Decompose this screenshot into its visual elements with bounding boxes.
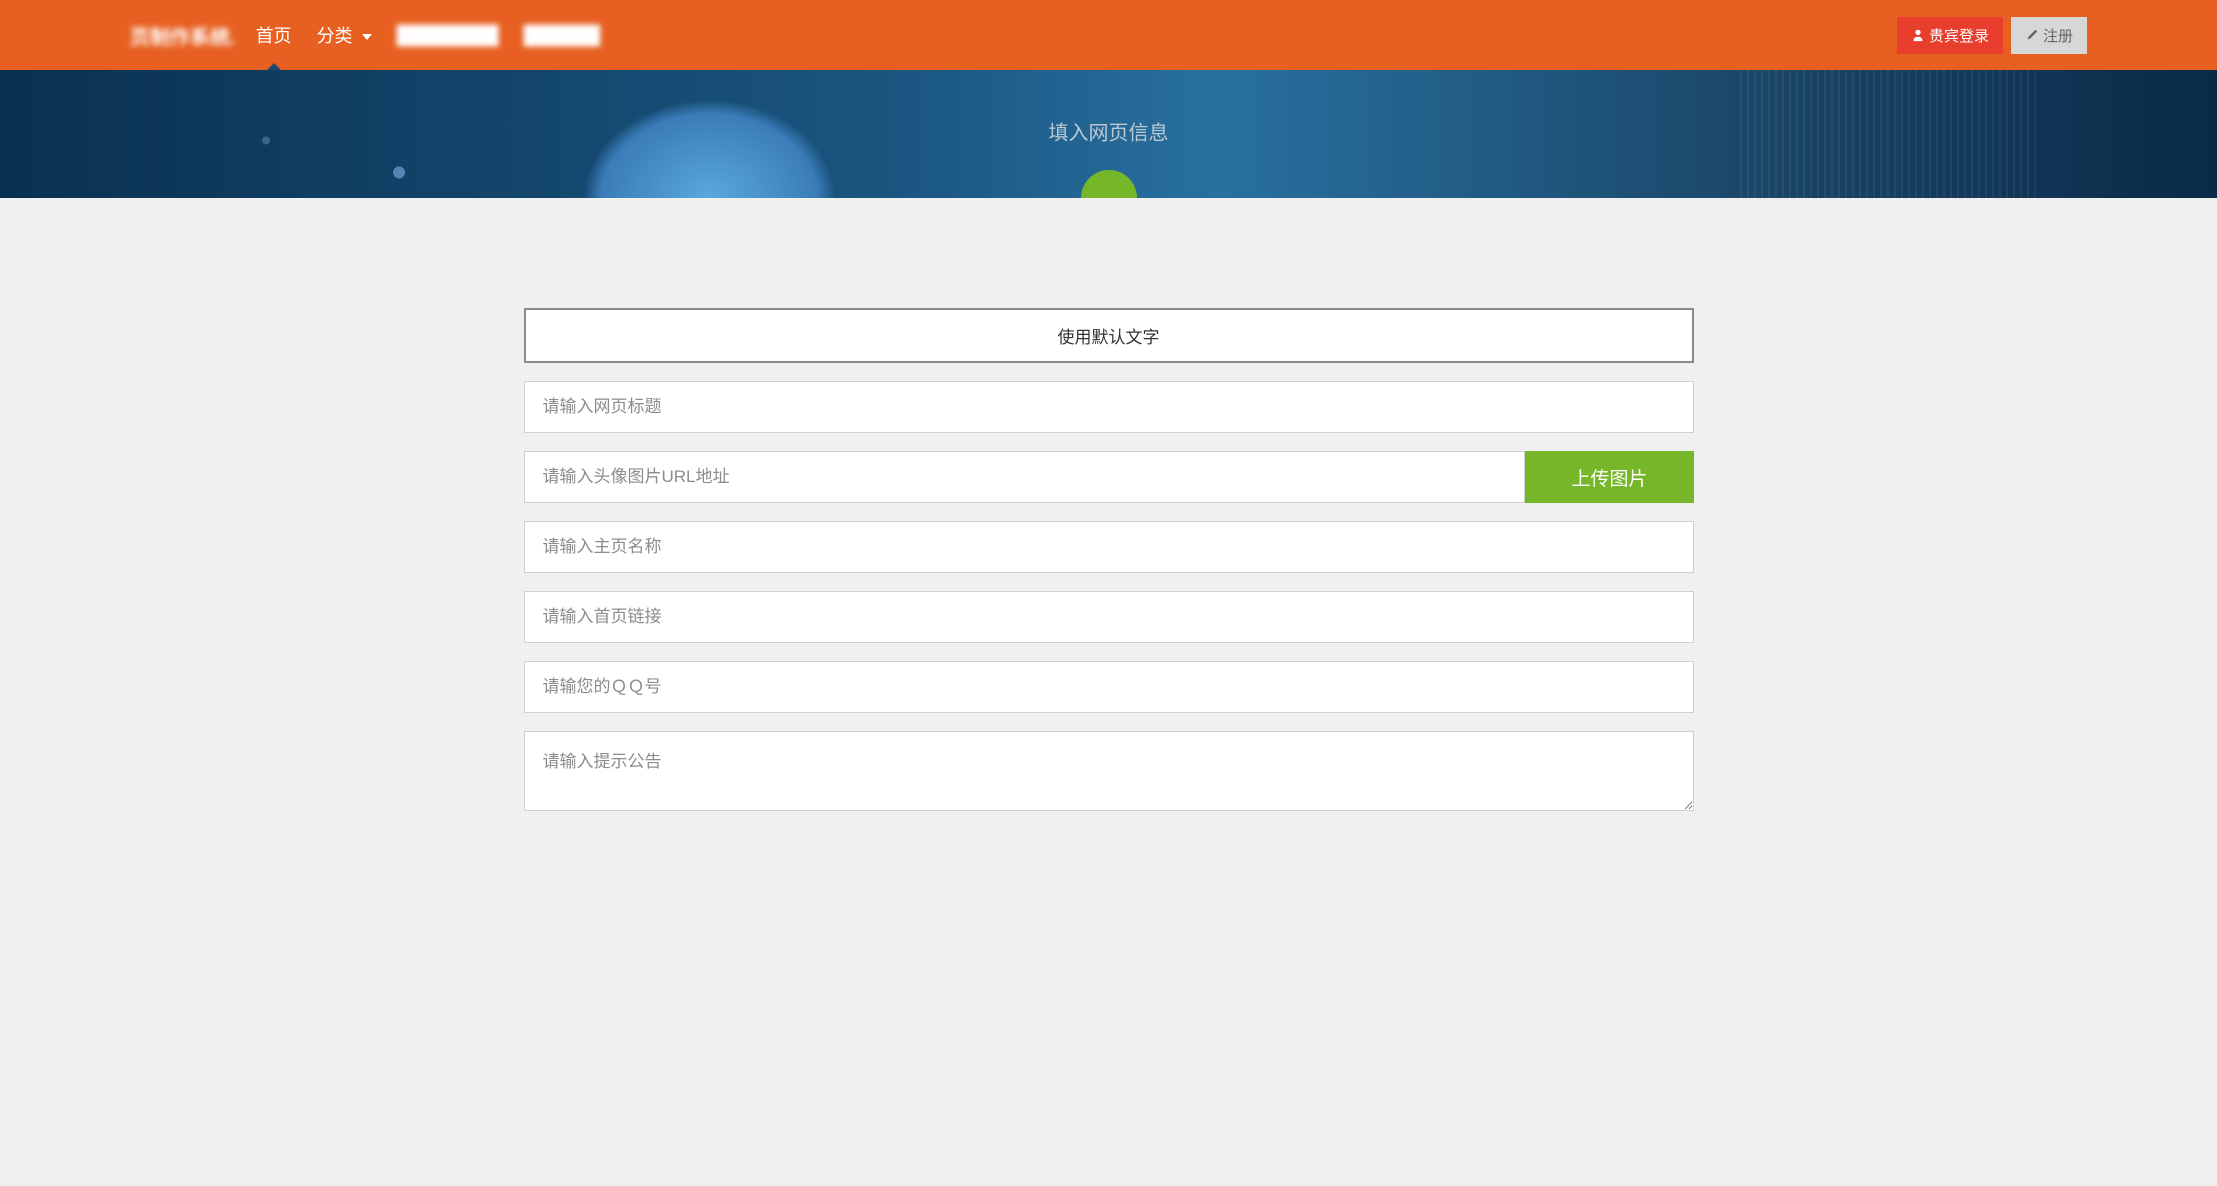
nav-item-category[interactable]: 分类 <box>317 0 372 70</box>
login-label: 贵宾登录 <box>1929 25 1989 46</box>
nav-item-home[interactable]: 首页 <box>256 0 292 70</box>
login-button[interactable]: 贵宾登录 <box>1897 17 2003 54</box>
avatar-url-input[interactable] <box>524 451 1526 503</box>
home-name-input[interactable] <box>524 521 1694 573</box>
register-label: 注册 <box>2043 25 2073 46</box>
form-container: 使用默认文字 上传图片 <box>524 308 1694 869</box>
notice-textarea[interactable] <box>524 731 1694 811</box>
upload-image-button[interactable]: 上传图片 <box>1525 451 1693 503</box>
nav-item-label: 首页 <box>256 26 292 46</box>
nav-item-label: ██████ <box>524 25 601 45</box>
top-navbar: 页制作系统. 首页 分类 ████████ ██████ 贵宾登录 注册 <box>0 0 2217 70</box>
pencil-icon <box>2025 28 2039 42</box>
home-link-input[interactable] <box>524 591 1694 643</box>
hero-title: 填入网页信息 <box>1049 117 1169 146</box>
user-icon <box>1911 28 1925 42</box>
nav-item-label: ████████ <box>397 25 499 45</box>
use-default-text-button[interactable]: 使用默认文字 <box>524 308 1694 363</box>
register-button[interactable]: 注册 <box>2011 17 2087 54</box>
qq-input[interactable] <box>524 661 1694 713</box>
hero-decoration-lines <box>1740 70 2040 198</box>
nav-item-label: 分类 <box>317 26 353 46</box>
hero-banner: 填入网页信息 <box>0 70 2217 198</box>
nav-item-blurred-2[interactable]: ██████ <box>524 3 601 68</box>
brand-logo[interactable]: 页制作系统. <box>130 21 236 50</box>
navbar-right: 贵宾登录 注册 <box>1897 17 2087 54</box>
caret-down-icon <box>362 34 372 40</box>
page-title-input[interactable] <box>524 381 1694 433</box>
nav-menu: 首页 分类 ████████ ██████ <box>256 0 601 70</box>
nav-item-blurred-1[interactable]: ████████ <box>397 3 499 68</box>
